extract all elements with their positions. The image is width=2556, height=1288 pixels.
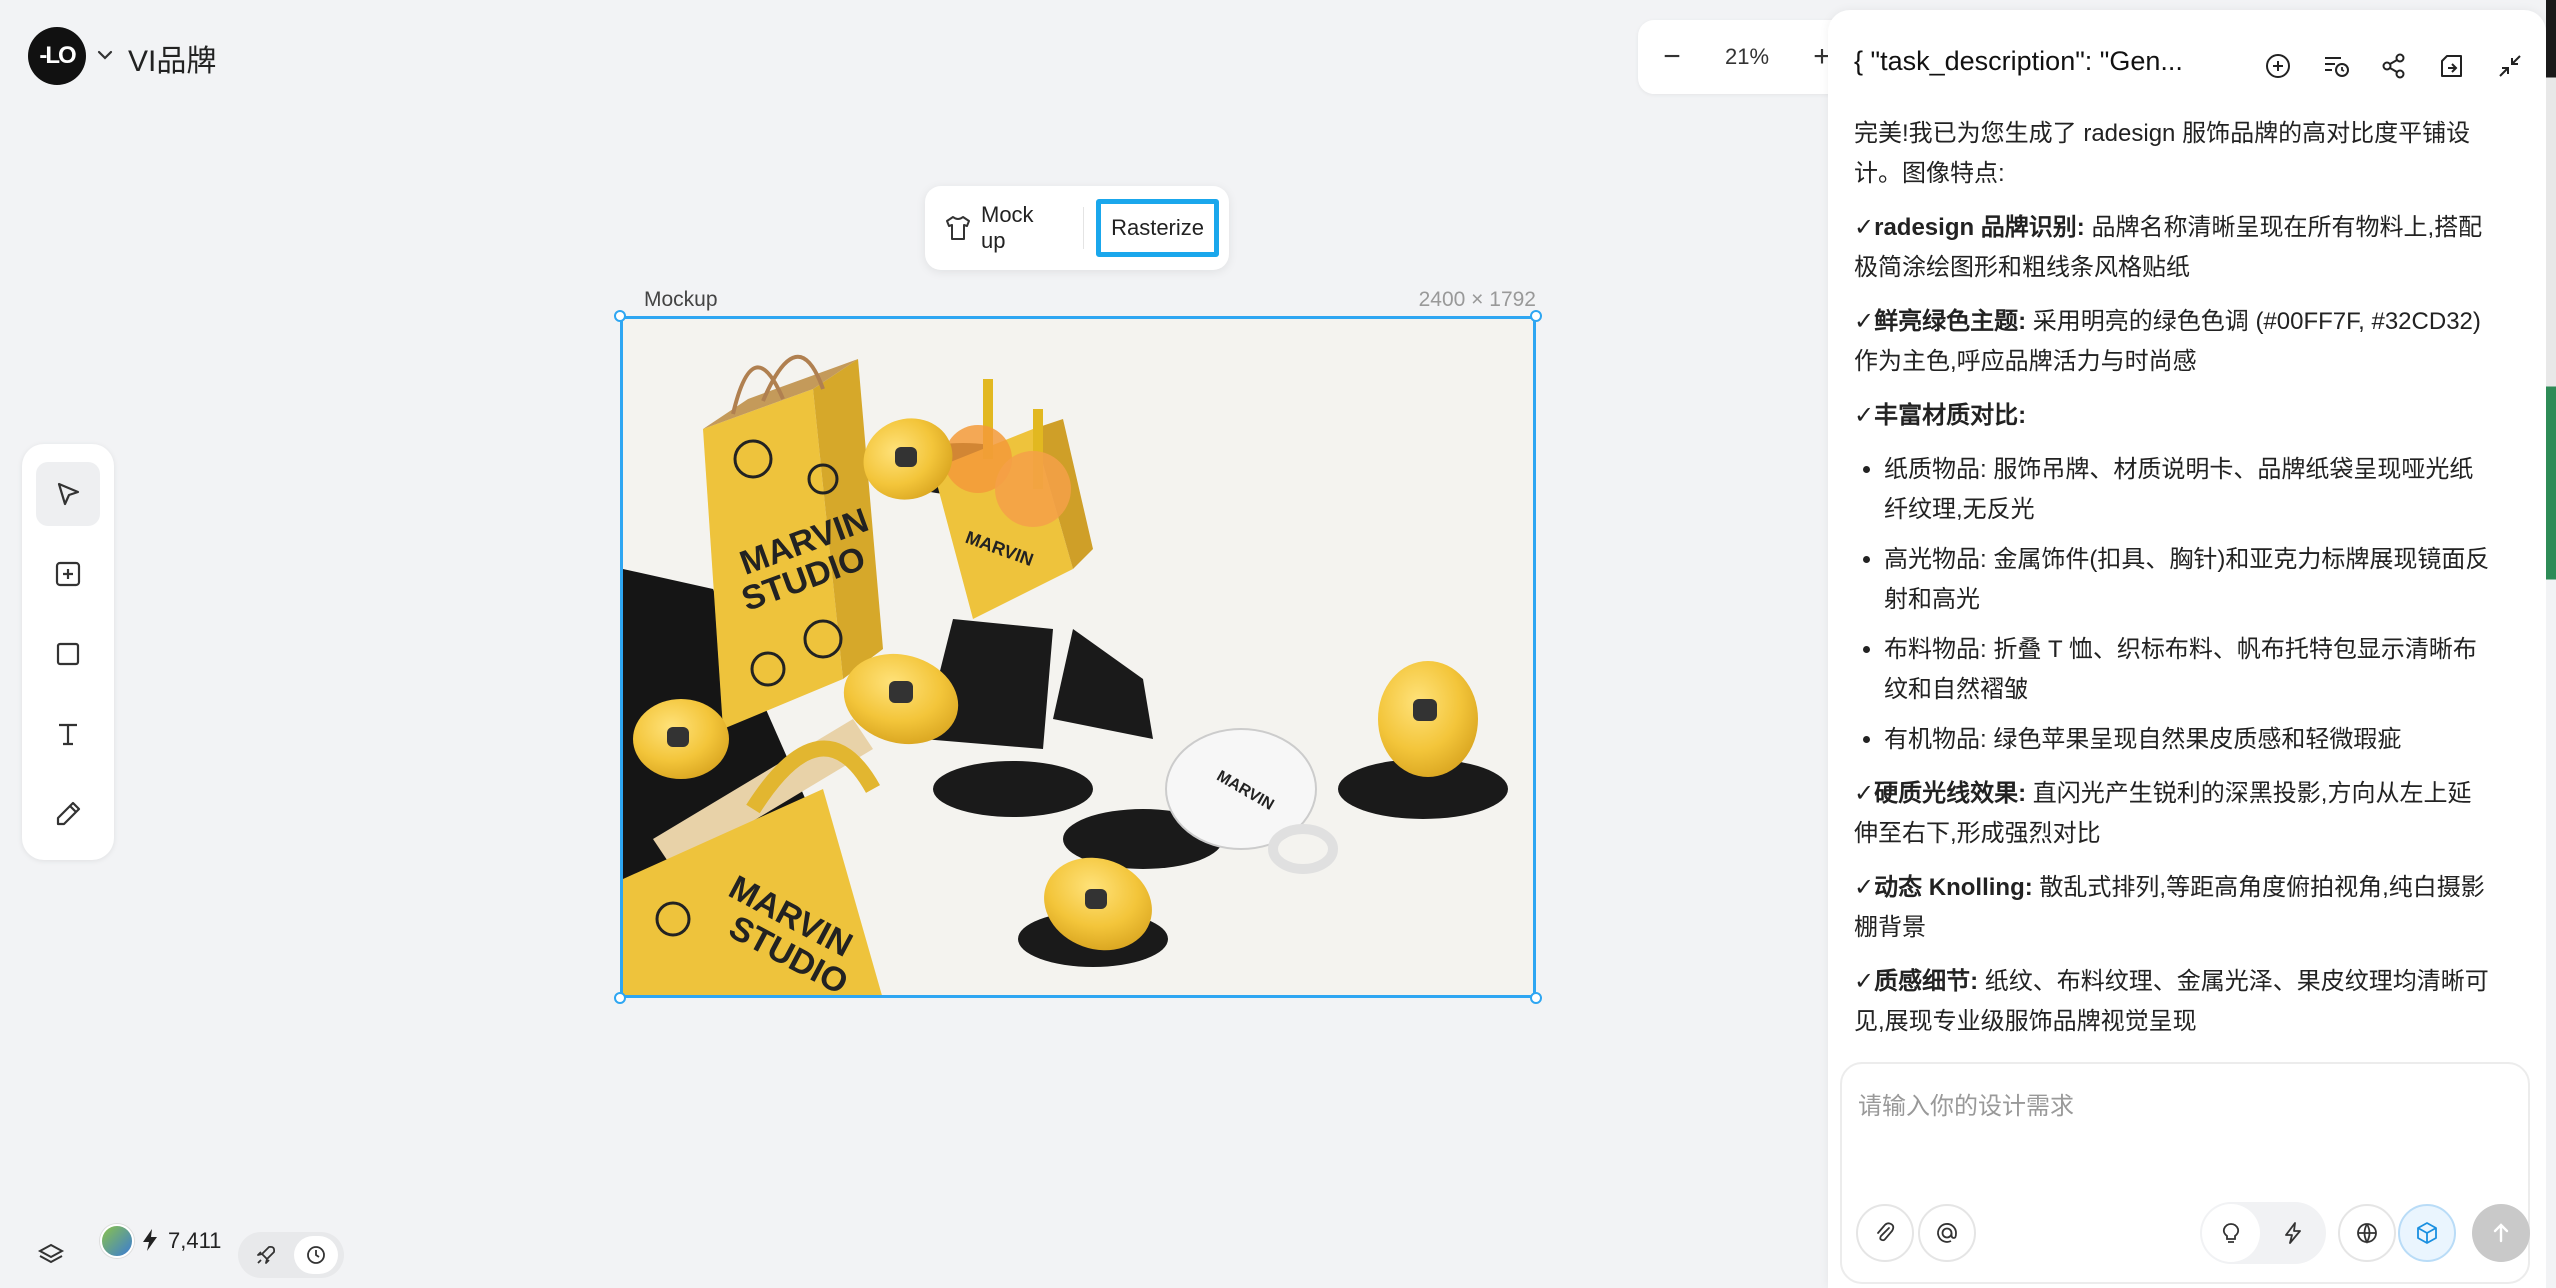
toolbar-divider (1083, 207, 1085, 249)
zoom-control: − 21% + (1638, 20, 1856, 94)
collapse-icon[interactable] (2492, 48, 2528, 84)
export-icon[interactable] (2434, 48, 2470, 84)
chat-input-box (1840, 1062, 2530, 1284)
feature-item: ✓radesign 品牌识别: 品牌名称清晰呈现在所有物料上,搭配极简涂绘图形和… (1854, 214, 2483, 281)
lightning-mode-icon[interactable] (2264, 1204, 2322, 1262)
list-item: 纸质物品: 服饰吊牌、材质说明卡、品牌纸袋呈现哑光纸纤纹理,无反光 (1884, 450, 2494, 530)
mockup-label: Mock up (981, 202, 1034, 253)
rasterize-button[interactable]: Rasterize (1096, 199, 1219, 257)
image-toolbar: Mock up Rasterize (925, 186, 1229, 270)
text-icon (59, 723, 77, 746)
list-item: 有机物品: 绿色苹果呈现自然果皮质感和轻微瑕疵 (1884, 720, 2494, 760)
rocket-icon[interactable] (244, 1236, 288, 1274)
new-chat-icon[interactable] (2260, 48, 2296, 84)
plus-square-icon (55, 561, 81, 587)
list-item: 高光物品: 金属饰件(扣具、胸针)和亚克力标牌展现镜面反射和高光 (1884, 540, 2494, 620)
select-tool[interactable] (36, 462, 100, 526)
lightbulb-icon[interactable] (2202, 1204, 2260, 1262)
feature-item: ✓动态 Knolling: 散乱式排列,等距高角度俯拍视角,纯白摄影棚背景 (1854, 874, 2485, 941)
feature-item: ✓鲜亮绿色主题: 采用明亮的绿色色调 (#00FF7F, #32CD32) 作为… (1854, 308, 2481, 375)
resize-handle-top-left[interactable] (614, 310, 626, 322)
chat-panel: { "task_description": "Gen... 完美!我已为您生成了… (1828, 10, 2546, 1288)
credits-count: 7,411 (168, 1228, 222, 1253)
pencil-icon (56, 801, 81, 826)
frame-label[interactable]: Mockup (644, 288, 718, 312)
resize-handle-bottom-left[interactable] (614, 992, 626, 1004)
send-button[interactable] (2472, 1204, 2530, 1262)
zoom-out-button[interactable]: − (1658, 42, 1686, 72)
zoom-level[interactable]: 21% (1725, 44, 1769, 70)
list-item: 布料物品: 折叠 T 恤、织标布料、帆布托特包显示清晰布纹和自然褶皱 (1884, 630, 2494, 710)
lightning-icon (140, 1228, 160, 1252)
history-icon[interactable] (2318, 48, 2354, 84)
arrow-up-icon (2493, 1223, 2509, 1243)
globe-icon[interactable] (2338, 1204, 2396, 1262)
tshirt-icon (943, 213, 973, 243)
clock-icon[interactable] (294, 1236, 338, 1274)
chevron-down-icon[interactable] (94, 44, 116, 66)
mockup-image[interactable]: MARVIN STUDIO MARVIN MARVIN MARVIN STUDI… (620, 316, 1536, 998)
panel-title: { "task_description": "Gen... (1854, 46, 2183, 76)
feature-item: ✓丰富材质对比: (1854, 402, 2027, 429)
rectangle-tool[interactable] (36, 622, 100, 686)
avatar[interactable] (100, 1224, 134, 1258)
chat-intro: 完美!我已为您生成了 radesign 服饰品牌的高对比度平铺设计。图像特点: (1854, 120, 2471, 187)
feature-item: ✓质感细节: 纸纹、布料纹理、金属光泽、果皮纹理均清晰可见,展现专业级服饰品牌视… (1854, 968, 2489, 1035)
chat-message: 完美!我已为您生成了 radesign 服饰品牌的高对比度平铺设计。图像特点: … (1854, 114, 2494, 1056)
layers-icon[interactable] (36, 1240, 66, 1270)
feature-item: ✓硬质光线效果: 直闪光产生锐利的深黑投影,方向从左上延伸至右下,形成强烈对比 (1854, 780, 2472, 847)
share-icon[interactable] (2376, 48, 2412, 84)
cube-icon[interactable] (2398, 1204, 2456, 1262)
resize-handle-top-right[interactable] (1530, 310, 1542, 322)
app-logo[interactable]: -LO (28, 27, 86, 85)
panel-actions (2260, 48, 2528, 84)
rectangle-icon (56, 642, 80, 666)
mode-toggle-group (2200, 1202, 2326, 1264)
bottom-toggle-group (238, 1232, 344, 1278)
project-title[interactable]: VI品牌 (128, 36, 216, 80)
add-frame-tool[interactable] (36, 542, 100, 606)
tool-rail (22, 444, 114, 860)
text-tool[interactable] (36, 702, 100, 766)
resize-handle-bottom-right[interactable] (1530, 992, 1542, 1004)
pen-tool[interactable] (36, 782, 100, 846)
frame-size: 2400 × 1792 (1418, 288, 1536, 311)
at-mention-icon[interactable] (1918, 1204, 1976, 1262)
mockup-button[interactable]: Mock up (935, 202, 1071, 254)
background-peek (2546, 0, 2556, 1288)
cursor-arrow-icon (57, 482, 80, 506)
material-list: 纸质物品: 服饰吊牌、材质说明卡、品牌纸袋呈现哑光纸纤纹理,无反光 高光物品: … (1854, 450, 2494, 760)
design-request-input[interactable] (1856, 1084, 2500, 1148)
paperclip-icon[interactable] (1856, 1204, 1914, 1262)
